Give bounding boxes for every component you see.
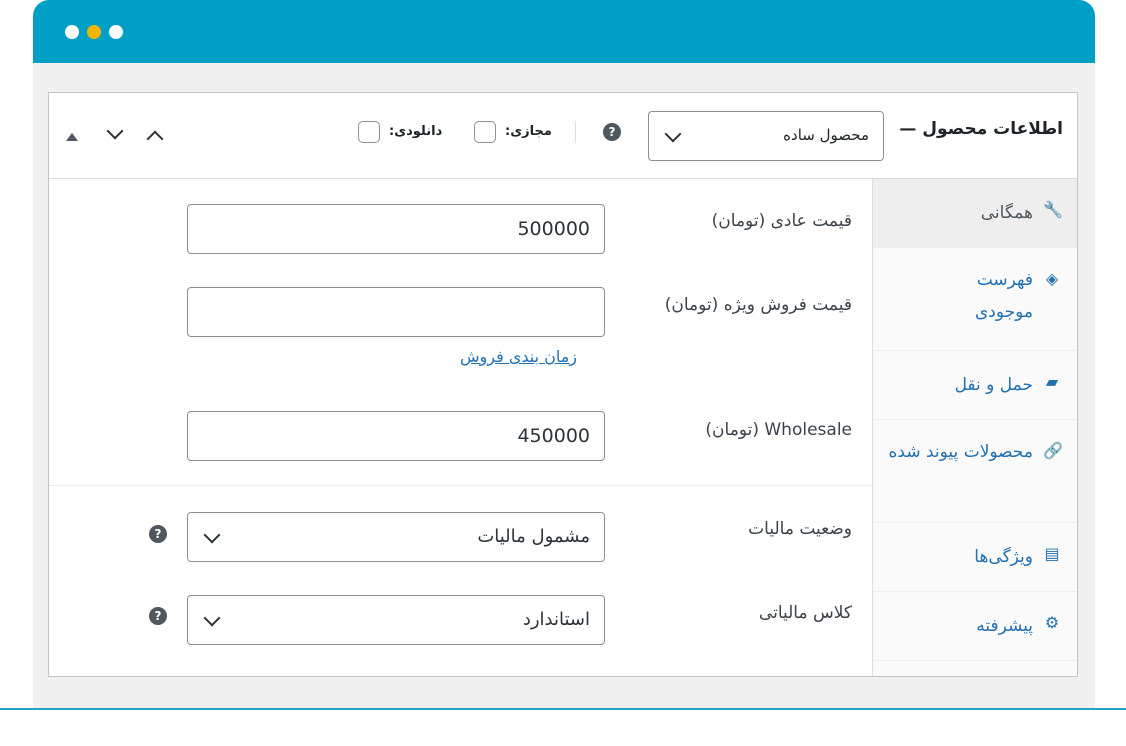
tax-status-value: مشمول مالیات	[477, 526, 590, 547]
bottom-divider	[0, 708, 1126, 710]
tax-class-value: استاندارد	[522, 609, 590, 630]
product-tabs-sidebar: 🔧 همگانی ◈ فهرست موجودی ▰ حمل و نقل 🔗 مح…	[872, 179, 1077, 676]
header-separator	[575, 121, 576, 143]
window-dot-2[interactable]	[87, 25, 101, 39]
tab-advanced-label: پیشرفته	[976, 616, 1033, 636]
regular-price-input[interactable]: 500000	[187, 204, 605, 254]
window-dot-1[interactable]	[65, 25, 79, 39]
chevron-down-icon	[664, 125, 682, 143]
link-icon: 🔗	[1043, 441, 1063, 460]
tab-advanced[interactable]: ⚙ پیشرفته	[873, 592, 1077, 661]
help-icon[interactable]: ?	[603, 123, 621, 141]
tax-class-label: کلاس مالیاتی	[758, 603, 852, 623]
wholesale-input[interactable]: 450000	[187, 411, 605, 461]
wrench-icon: 🔧	[1043, 200, 1063, 219]
panel-header: دانلودی: مجازی: ? محصول ساده اطلاعات محص…	[49, 93, 1077, 179]
schedule-sale-link[interactable]: زمان بندی فروش	[460, 347, 577, 366]
tab-inventory-label: فهرست موجودی	[974, 270, 1033, 322]
product-data-panel: دانلودی: مجازی: ? محصول ساده اطلاعات محص…	[48, 92, 1078, 677]
virtual-label: مجازی:	[505, 124, 552, 139]
chevron-down-icon	[203, 526, 221, 544]
tax-status-help-icon[interactable]: ?	[149, 525, 167, 543]
move-down-icon[interactable]	[106, 122, 124, 140]
tab-shipping[interactable]: ▰ حمل و نقل	[873, 351, 1077, 420]
downloadable-checkbox[interactable]	[358, 121, 380, 143]
move-up-icon[interactable]	[146, 130, 164, 148]
tax-status-label: وضعیت مالیات	[748, 519, 852, 539]
tab-attributes-label: ویژگی‌ها	[974, 547, 1033, 567]
tax-class-select[interactable]: استاندارد	[187, 595, 605, 645]
tax-class-help-icon[interactable]: ?	[149, 607, 167, 625]
gear-icon: ⚙	[1044, 613, 1060, 632]
tab-shipping-label: حمل و نقل	[954, 375, 1033, 395]
product-type-value: محصول ساده	[783, 126, 869, 144]
regular-price-value: 500000	[517, 218, 590, 240]
sale-price-label: قیمت فروش ویژه (تومان)	[664, 295, 852, 315]
downloadable-label: دانلودی:	[389, 124, 443, 139]
chevron-down-icon	[203, 609, 221, 627]
window-dot-3[interactable]	[109, 25, 123, 39]
tab-linked-products[interactable]: 🔗 محصولات پیوند شده	[873, 420, 1077, 523]
list-icon: ▤	[1044, 544, 1060, 563]
section-divider	[49, 485, 874, 486]
toggle-triangle-icon[interactable]	[66, 133, 78, 141]
tab-inventory[interactable]: ◈ فهرست موجودی	[873, 248, 1077, 351]
sale-price-input[interactable]	[187, 287, 605, 337]
tab-general-label: همگانی	[980, 203, 1033, 223]
tab-attributes[interactable]: ▤ ویژگی‌ها	[873, 523, 1077, 592]
tab-general[interactable]: 🔧 همگانی	[873, 179, 1077, 248]
wholesale-label: Wholesale (تومان)	[705, 420, 852, 440]
truck-icon: ▰	[1045, 372, 1059, 391]
tax-status-select[interactable]: مشمول مالیات	[187, 512, 605, 562]
window-titlebar	[33, 0, 1095, 63]
regular-price-label: قیمت عادی (تومان)	[711, 211, 852, 231]
panel-title: اطلاعات محصول —	[899, 119, 1063, 139]
virtual-checkbox[interactable]	[474, 121, 496, 143]
product-type-select[interactable]: محصول ساده	[648, 111, 884, 161]
wholesale-value: 450000	[517, 425, 590, 447]
tab-linked-products-label: محصولات پیوند شده	[888, 442, 1033, 462]
tag-icon: ◈	[1045, 269, 1059, 288]
